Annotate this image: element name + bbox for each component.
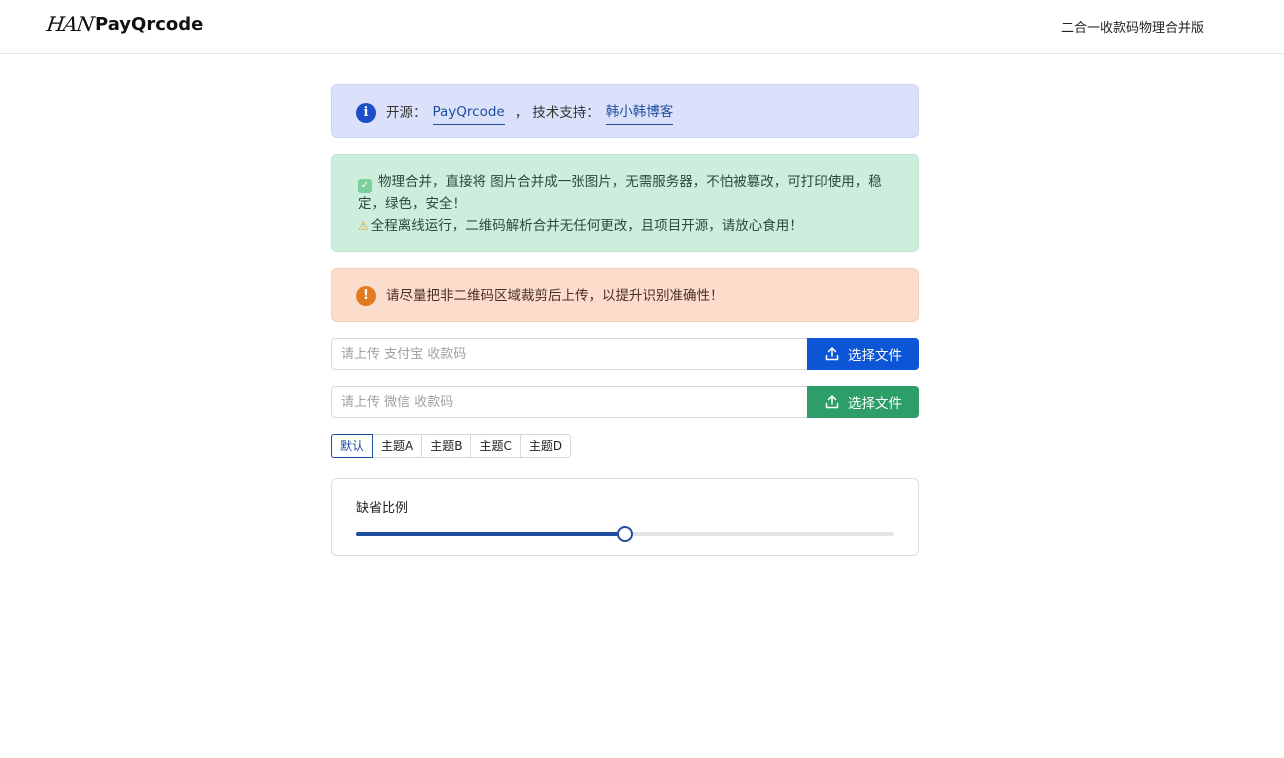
theme-c-tab[interactable]: 主题C	[470, 434, 521, 458]
payqrcode-link[interactable]: PayQrcode	[432, 101, 505, 125]
scale-slider-track[interactable]	[356, 526, 894, 542]
alipay-upload-group: 选择文件	[331, 338, 919, 370]
warning-text: 请尽量把非二维码区域裁剪后上传，以提升识别准确性！	[386, 288, 724, 304]
upload-icon	[825, 347, 839, 361]
theme-a-tab[interactable]: 主题A	[372, 434, 423, 458]
info-icon: i	[356, 103, 376, 123]
success-line-1: ✓ 物理合并，直接将 图片合并成一张图片，无需服务器，不怕被篡改，可打印使用，稳定…	[358, 171, 894, 215]
scale-slider-thumb[interactable]	[617, 526, 633, 542]
scale-card: 缺省比例	[331, 478, 919, 556]
scale-label: 缺省比例	[356, 501, 409, 516]
top-header: HAN PayQrcode 二合一收款码物理合并版	[0, 0, 1284, 54]
wechat-choose-file-button[interactable]: 选择文件	[807, 386, 919, 418]
alipay-choose-file-label: 选择文件	[848, 348, 902, 364]
success-alert: ✓ 物理合并，直接将 图片合并成一张图片，无需服务器，不怕被篡改，可打印使用，稳定…	[331, 154, 919, 252]
upload-icon	[825, 395, 839, 409]
theme-default-tab[interactable]: 默认	[331, 434, 374, 458]
success-line-1-text: 物理合并，直接将 图片合并成一张图片，无需服务器，不怕被篡改，可打印使用，稳定，…	[358, 174, 882, 212]
support-label: 技术支持：	[532, 105, 600, 121]
theme-b-tab[interactable]: 主题B	[421, 434, 472, 458]
separator-text: ，	[514, 105, 529, 121]
theme-d-tab[interactable]: 主题D	[519, 434, 572, 458]
exclamation-icon: !	[356, 286, 376, 306]
warning-triangle-icon: ⚠	[358, 219, 369, 233]
scale-slider-fill	[356, 532, 625, 536]
check-icon: ✓	[358, 179, 372, 193]
theme-selector: 默认 主题A 主题B 主题C 主题D	[331, 434, 572, 458]
wechat-qrcode-input[interactable]	[331, 386, 808, 418]
wechat-upload-group: 选择文件	[331, 386, 919, 418]
brand-title[interactable]: PayQrcode	[95, 14, 203, 35]
blog-link[interactable]: 韩小韩博客	[605, 101, 674, 125]
alipay-qrcode-input[interactable]	[331, 338, 808, 370]
success-line-2: ⚠ 全程离线运行，二维码解析合并无任何更改，且项目开源，请放心食用！	[358, 215, 894, 237]
open-source-label: 开源：	[386, 105, 427, 121]
logo-mark[interactable]: HAN	[45, 12, 95, 36]
alipay-choose-file-button[interactable]: 选择文件	[807, 338, 919, 370]
header-version-text: 二合一收款码物理合并版	[1060, 21, 1204, 36]
wechat-choose-file-label: 选择文件	[848, 396, 902, 412]
success-line-2-text: 全程离线运行，二维码解析合并无任何更改，且项目开源，请放心食用！	[370, 218, 803, 234]
warning-alert: ! 请尽量把非二维码区域裁剪后上传，以提升识别准确性！	[331, 268, 919, 322]
info-alert: i 开源： PayQrcode ， 技术支持： 韩小韩博客	[331, 84, 919, 138]
